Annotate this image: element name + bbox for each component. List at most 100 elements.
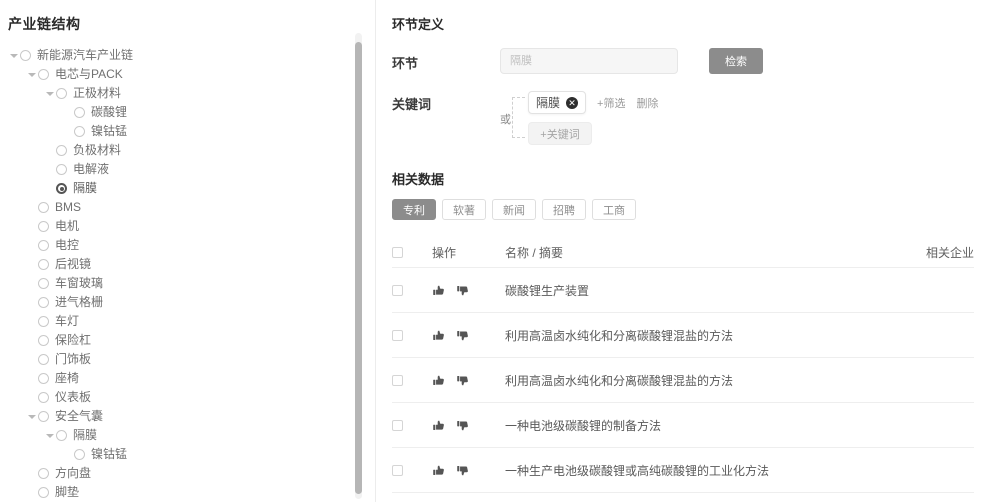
caret-spacer — [26, 373, 37, 384]
tree-item-radio[interactable] — [20, 50, 31, 61]
section-title-segment-definition: 环节定义 — [392, 17, 445, 32]
tree-item[interactable]: 电控 — [8, 236, 375, 255]
tree-item-radio[interactable] — [56, 164, 67, 175]
caret-spacer — [26, 354, 37, 365]
tree-item[interactable]: 镍钴锰 — [8, 445, 375, 464]
row-checkbox[interactable] — [392, 284, 403, 296]
row-name-cell[interactable]: 一种生产电池级碳酸锂或高纯碳酸锂的工业化方法 — [505, 462, 894, 479]
caret-down-icon[interactable] — [8, 50, 19, 61]
thumbs-down-icon[interactable] — [456, 464, 469, 477]
tree-item-radio[interactable] — [38, 411, 49, 422]
tree-item-radio[interactable] — [38, 278, 49, 289]
keyword-tag-row: 隔膜 ✕ +筛选 删除 — [528, 91, 658, 114]
tree-item[interactable]: 方向盘 — [8, 464, 375, 483]
tree-item-radio[interactable] — [38, 373, 49, 384]
row-name-cell[interactable]: 利用高温卤水纯化和分离碳酸锂混盐的方法 — [505, 327, 894, 344]
tree-item[interactable]: 电机 — [8, 217, 375, 236]
row-checkbox[interactable] — [392, 419, 403, 431]
row-checkbox[interactable] — [392, 464, 403, 476]
tree-item-radio[interactable] — [74, 449, 85, 460]
caret-down-icon[interactable] — [26, 411, 37, 422]
row-checkbox[interactable] — [392, 374, 403, 386]
caret-spacer — [26, 392, 37, 403]
tree-item-radio[interactable] — [74, 107, 85, 118]
tree-item[interactable]: 后视镜 — [8, 255, 375, 274]
tree-item[interactable]: 镍钴锰 — [8, 122, 375, 141]
tree-item-radio[interactable] — [38, 69, 49, 80]
select-all-checkbox[interactable] — [392, 247, 403, 258]
filter-link[interactable]: +筛选 — [597, 95, 625, 111]
tree-item-radio[interactable] — [38, 240, 49, 251]
tree-item[interactable]: 电芯与PACK — [8, 65, 375, 84]
tree-item-radio[interactable] — [38, 354, 49, 365]
row-checkbox[interactable] — [392, 329, 403, 341]
thumbs-up-icon[interactable] — [432, 464, 445, 477]
tree-item-radio[interactable] — [56, 145, 67, 156]
caret-down-icon[interactable] — [44, 88, 55, 99]
tree-item[interactable]: 脚垫 — [8, 483, 375, 502]
tree-item-radio[interactable] — [38, 335, 49, 346]
tree-item[interactable]: 车窗玻璃 — [8, 274, 375, 293]
tree-item[interactable]: 进气格栅 — [8, 293, 375, 312]
tree-item-radio[interactable] — [56, 430, 67, 441]
tree-item[interactable]: 车灯 — [8, 312, 375, 331]
tree-item-radio[interactable] — [38, 221, 49, 232]
caret-down-icon[interactable] — [44, 430, 55, 441]
row-name-cell[interactable]: 碳酸锂生产装置 — [505, 282, 894, 299]
table-row[interactable]: 利用高温卤水纯化和分离碳酸锂混盐的方法 — [392, 313, 974, 358]
tree-item[interactable]: 电解液 — [8, 160, 375, 179]
table-row[interactable]: 一种电池级碳酸锂的制备方法 — [392, 403, 974, 448]
tab-2[interactable]: 软著 — [442, 199, 486, 220]
tree-item[interactable]: 正极材料 — [8, 84, 375, 103]
row-operation-cell — [432, 284, 505, 297]
tree-item-radio[interactable] — [56, 183, 67, 194]
tree-item[interactable]: 新能源汽车产业链 — [8, 46, 375, 65]
tree-item-radio[interactable] — [38, 487, 49, 498]
segment-input[interactable] — [500, 48, 678, 74]
delete-link[interactable]: 删除 — [636, 95, 658, 111]
tree-item[interactable]: BMS — [8, 198, 375, 217]
thumbs-down-icon[interactable] — [456, 329, 469, 342]
tree-item-radio[interactable] — [38, 316, 49, 327]
tab-5[interactable]: 工商 — [592, 199, 636, 220]
tree-item[interactable]: 门饰板 — [8, 350, 375, 369]
tree-item[interactable]: 隔膜 — [8, 179, 375, 198]
tree-item[interactable]: 座椅 — [8, 369, 375, 388]
thumbs-up-icon[interactable] — [432, 374, 445, 387]
thumbs-down-icon[interactable] — [456, 374, 469, 387]
thumbs-up-icon[interactable] — [432, 284, 445, 297]
table-row[interactable]: 利用高温卤水纯化和分离碳酸锂混盐的方法 — [392, 358, 974, 403]
tab-1[interactable]: 专利 — [392, 199, 436, 220]
tree-item-radio[interactable] — [38, 468, 49, 479]
tree-item[interactable]: 隔膜 — [8, 426, 375, 445]
row-name-cell[interactable]: 利用高温卤水纯化和分离碳酸锂混盐的方法 — [505, 372, 894, 389]
row-operation-cell — [432, 329, 505, 342]
table-row[interactable]: 一种生产电池级碳酸锂或高纯碳酸锂的工业化方法 — [392, 448, 974, 493]
tree-item[interactable]: 仪表板 — [8, 388, 375, 407]
tree-item[interactable]: 安全气囊 — [8, 407, 375, 426]
tab-4[interactable]: 招聘 — [542, 199, 586, 220]
tree-item-radio[interactable] — [38, 392, 49, 403]
thumbs-up-icon[interactable] — [432, 329, 445, 342]
tree-item[interactable]: 碳酸锂 — [8, 103, 375, 122]
tab-3[interactable]: 新闻 — [492, 199, 536, 220]
tree-item[interactable]: 保险杠 — [8, 331, 375, 350]
tree-item-radio[interactable] — [56, 88, 67, 99]
tree-item-radio[interactable] — [38, 259, 49, 270]
close-icon[interactable]: ✕ — [566, 96, 579, 109]
search-button[interactable]: 检索 — [709, 48, 763, 74]
tree-item-radio[interactable] — [38, 297, 49, 308]
tree-item-radio[interactable] — [74, 126, 85, 137]
thumbs-up-icon[interactable] — [432, 419, 445, 432]
sidebar-scrollbar-thumb[interactable] — [355, 42, 362, 494]
thumbs-down-icon[interactable] — [456, 419, 469, 432]
thumbs-down-icon[interactable] — [456, 284, 469, 297]
table-row[interactable]: 碳酸锂生产装置 — [392, 268, 974, 313]
tree-item[interactable]: 负极材料 — [8, 141, 375, 160]
row-name-cell[interactable]: 一种电池级碳酸锂的制备方法 — [505, 417, 894, 434]
caret-down-icon[interactable] — [26, 69, 37, 80]
industry-chain-tree: 新能源汽车产业链 电芯与PACK 正极材料 碳酸锂 镍钴锰 负极材料 电解液 隔膜 BMS 电机电… — [0, 46, 375, 502]
keyword-tag[interactable]: 隔膜 ✕ — [528, 91, 587, 114]
tree-item-radio[interactable] — [38, 202, 49, 213]
add-keyword-button[interactable]: +关键词 — [528, 122, 592, 145]
